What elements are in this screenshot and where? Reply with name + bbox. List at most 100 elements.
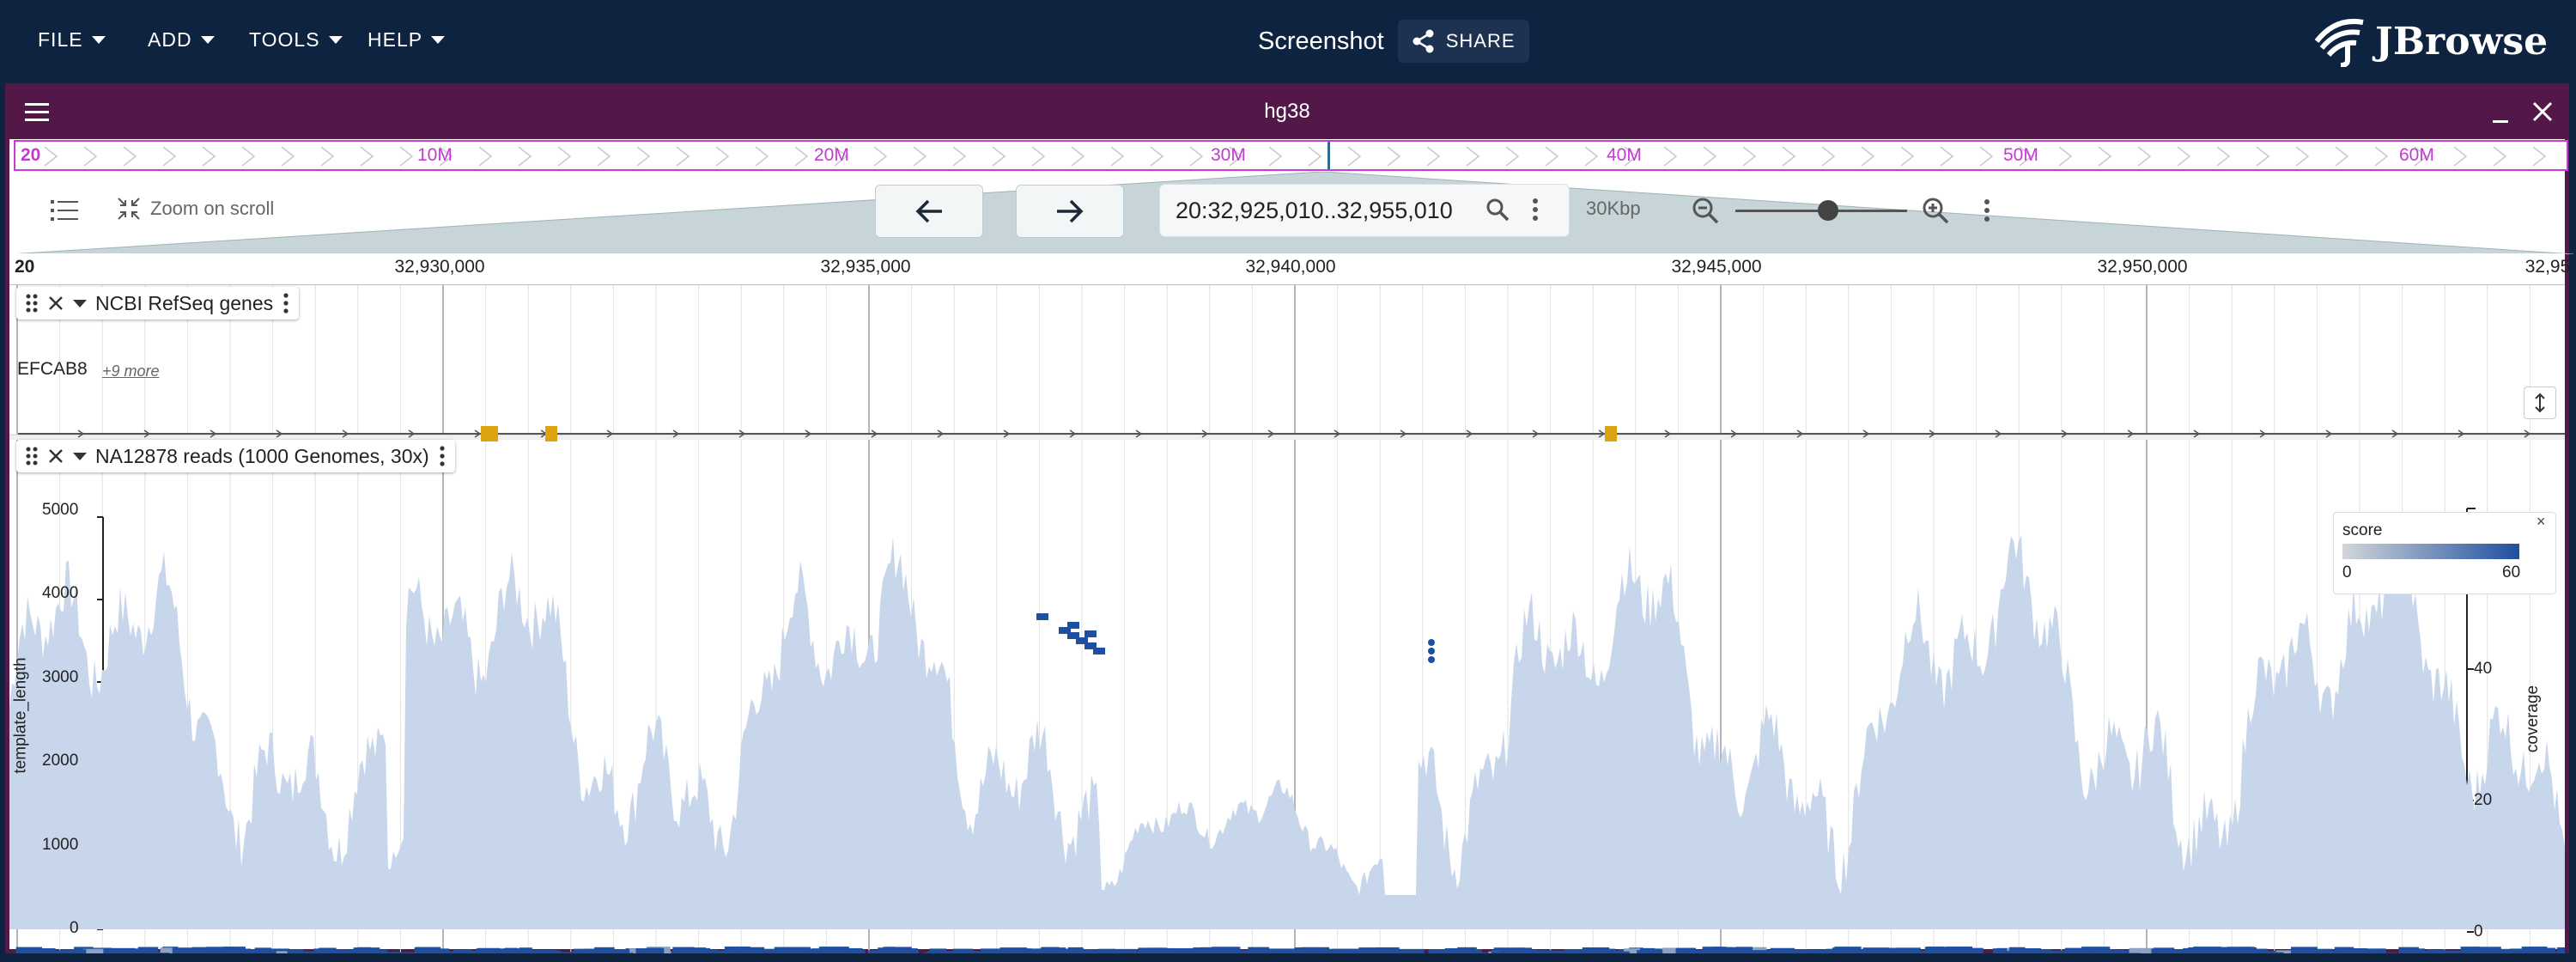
- y-tick-label: 0: [70, 919, 79, 937]
- expand-track-button[interactable]: [2524, 387, 2556, 419]
- read: [495, 950, 522, 953]
- overview-chevron: [873, 146, 888, 167]
- read: [1072, 951, 1102, 953]
- caret-down-icon[interactable]: [73, 299, 87, 307]
- overview-chevron: [2098, 146, 2112, 167]
- read: [703, 949, 719, 953]
- session-title[interactable]: Screenshot: [1258, 27, 1384, 56]
- jbrowse-logo: JBrowse: [2310, 17, 2549, 67]
- read: [883, 947, 896, 953]
- drag-handle-icon[interactable]: [25, 293, 39, 314]
- zoom-out-icon[interactable]: [1691, 196, 1720, 225]
- read: [49, 950, 71, 953]
- overview-label: 40M: [1607, 145, 1642, 165]
- overview-chevron: [1150, 146, 1164, 167]
- read: [2201, 948, 2220, 953]
- caret-down-icon: [200, 35, 215, 44]
- overview-chevron: [1505, 146, 1520, 167]
- read: [1992, 948, 2005, 953]
- more-genes-link[interactable]: +9 more: [102, 362, 160, 381]
- coverage-tick-label: 20: [2474, 791, 2493, 809]
- overview-chevron: [597, 146, 611, 167]
- menu-help[interactable]: HELP: [368, 24, 446, 55]
- overview-chevron: [1426, 146, 1441, 167]
- overview-chevron: [755, 146, 769, 167]
- gene-label[interactable]: EFCAB8: [17, 359, 88, 380]
- read: [353, 947, 380, 953]
- menu-tools[interactable]: TOOLS: [249, 24, 343, 55]
- close-track-icon[interactable]: [47, 295, 64, 312]
- jbrowse-logo-text: JBrowse: [2375, 19, 2549, 64]
- kebab-icon[interactable]: [282, 292, 290, 314]
- read: [1375, 947, 1388, 953]
- kebab-icon[interactable]: [438, 445, 447, 467]
- overview-chevron: [399, 146, 414, 167]
- menu-add[interactable]: ADD: [148, 24, 215, 55]
- menu-file[interactable]: FILE: [38, 24, 106, 55]
- share-icon: [1413, 29, 1434, 53]
- read: [71, 949, 87, 953]
- read: [203, 951, 225, 953]
- read: [1146, 947, 1175, 953]
- overview-chevron: [83, 146, 98, 167]
- overview-chevrons: [44, 146, 2547, 167]
- overview-chevron: [1387, 146, 1401, 167]
- drag-handle-icon[interactable]: [25, 446, 39, 466]
- view-options-kebab-icon[interactable]: [1983, 198, 1991, 223]
- overview-chevron: [715, 146, 730, 167]
- minimize-icon[interactable]: [2489, 103, 2512, 125]
- overview-chevron: [794, 146, 809, 167]
- read: [794, 947, 811, 953]
- read: [1500, 948, 1531, 953]
- overview-chevron: [636, 146, 651, 167]
- read: [456, 949, 471, 953]
- track-label-alignments[interactable]: NA12878 reads (1000 Genomes, 30x): [16, 440, 455, 472]
- read: [1176, 952, 1193, 953]
- read: [2499, 952, 2521, 953]
- location-search-box[interactable]: 20:32,925,010..32,955,010: [1160, 185, 1569, 236]
- read: [1534, 950, 1554, 953]
- read: [1637, 950, 1661, 953]
- outlier-read: [1067, 622, 1079, 629]
- caret-down-icon: [328, 35, 343, 44]
- close-icon[interactable]: [2530, 100, 2555, 124]
- gene-exon: [1605, 426, 1617, 441]
- read: [1269, 949, 1301, 953]
- session-title-area: Screenshot SHARE: [1258, 20, 1529, 63]
- read: [2310, 948, 2333, 953]
- legend-max: 60: [2502, 563, 2521, 581]
- location-input[interactable]: 20:32,925,010..32,955,010: [1176, 198, 1453, 224]
- caret-down-icon[interactable]: [73, 452, 87, 460]
- pan-right-button[interactable]: [1016, 185, 1124, 238]
- zoom-on-scroll-toggle[interactable]: Zoom on scroll: [116, 196, 274, 222]
- overview-chevron: [1071, 146, 1085, 167]
- pan-left-button[interactable]: [875, 185, 983, 238]
- read: [1600, 951, 1630, 953]
- share-button[interactable]: SHARE: [1397, 20, 1529, 63]
- search-icon[interactable]: [1485, 197, 1510, 222]
- overview-chevron: [1189, 146, 1204, 167]
- read: [952, 948, 974, 953]
- legend-close-icon[interactable]: ×: [2537, 513, 2546, 531]
- outlier-read-dot: [1428, 656, 1435, 663]
- track-label-refseq[interactable]: NCBI RefSeq genes: [16, 287, 300, 320]
- overview-chevron: [281, 146, 295, 167]
- read: [19, 949, 50, 953]
- menu-help-label: HELP: [368, 27, 423, 51]
- close-track-icon[interactable]: [47, 448, 64, 465]
- track-list-icon[interactable]: [51, 198, 80, 223]
- zoom-slider-thumb[interactable]: [1818, 200, 1838, 221]
- read: [319, 947, 337, 953]
- read: [2356, 950, 2385, 953]
- overview-chevron: [676, 146, 690, 167]
- overview-chevron: [2256, 146, 2270, 167]
- legend-min: 0: [2342, 563, 2352, 581]
- zoom-in-icon[interactable]: [1921, 196, 1950, 225]
- read: [2039, 951, 2068, 953]
- arrow-left-icon: [915, 199, 942, 223]
- overview-chevron: [2137, 146, 2152, 167]
- read: [1111, 948, 1137, 953]
- menu-add-label: ADD: [148, 27, 192, 51]
- kebab-icon[interactable]: [1531, 197, 1540, 222]
- overview-scalebar[interactable]: 20 10M 20M 30M 40M 50M 60M: [14, 140, 2568, 171]
